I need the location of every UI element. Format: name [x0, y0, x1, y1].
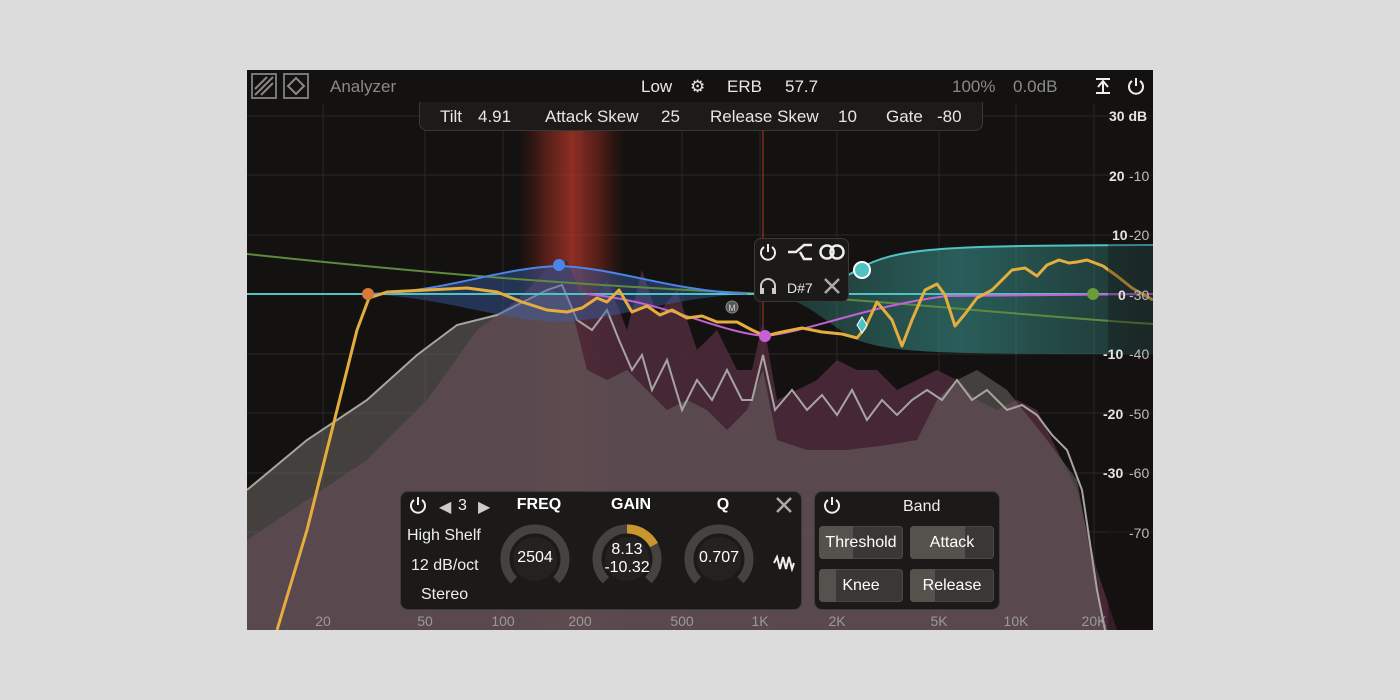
zoom-value[interactable]: 100%	[952, 77, 995, 97]
band-note: D#7	[787, 280, 813, 296]
freq-label-100: 100	[491, 613, 515, 629]
db-right-40: -40	[1129, 346, 1150, 362]
close-panel-icon[interactable]	[775, 496, 793, 519]
gate-value[interactable]: -80	[937, 107, 962, 127]
band-node-green[interactable]	[1087, 288, 1099, 300]
threshold-label: Threshold	[825, 534, 897, 551]
scale-select[interactable]: ERB	[727, 77, 762, 97]
q-label: Q	[716, 496, 730, 513]
release-button[interactable]: Release	[910, 569, 994, 602]
db-label-minus10: -10	[1103, 346, 1124, 362]
band-node-orange[interactable]	[362, 288, 374, 300]
next-band-icon[interactable]: ▶	[478, 497, 490, 517]
band-node-purple[interactable]	[759, 330, 771, 342]
analyzer-label[interactable]: Analyzer	[330, 77, 396, 97]
db-right-70: -70	[1129, 525, 1150, 541]
solo-headphones-icon[interactable]	[759, 277, 777, 300]
q-value: 0.707	[698, 549, 740, 566]
gain-value: 8.13	[611, 541, 643, 558]
top-bar: Analyzer Low ⚙ ERB 57.7 100% 0.0dB	[247, 70, 1153, 104]
db-right-60: -60	[1129, 465, 1150, 481]
slope-select[interactable]: 12 dB/oct	[411, 557, 479, 575]
dynamics-title: Band	[903, 498, 941, 515]
settings-icon[interactable]: ⚙	[690, 77, 705, 97]
dynamics-power-icon[interactable]	[823, 496, 841, 519]
filter-type-select[interactable]: High Shelf	[407, 527, 481, 545]
remove-band-icon[interactable]	[823, 277, 841, 300]
logo-icon	[251, 73, 277, 99]
gain-knob[interactable]: 8.13 -10.32	[591, 523, 663, 595]
db-label-minus30: -30	[1103, 465, 1124, 481]
db-right-50: -50	[1129, 406, 1150, 422]
analyzer-icon[interactable]	[283, 73, 309, 99]
dynamics-params-bar: Tilt 4.91 Attack Skew 25 Release Skew 10…	[419, 102, 983, 131]
eq-plugin-window[interactable]: M Analyzer Low ⚙ ERB 57.7 100% 0.0dB Til…	[247, 70, 1153, 630]
db-label-minus20: -20	[1103, 406, 1124, 422]
db-label-20: 20	[1109, 168, 1125, 184]
filter-shape-icon[interactable]	[787, 243, 813, 266]
collapse-icon[interactable]	[1094, 77, 1112, 100]
output-gain-value[interactable]: 0.0dB	[1013, 77, 1057, 97]
band-node-blue[interactable]	[553, 259, 565, 271]
stereo-link-icon[interactable]	[819, 243, 845, 266]
channel-select[interactable]: Stereo	[421, 586, 468, 604]
gain-label: GAIN	[611, 496, 651, 513]
freq-label-20: 20	[315, 613, 331, 629]
gain-dynamic-value: -10.32	[604, 559, 650, 576]
tilt-value[interactable]: 4.91	[478, 107, 511, 127]
freq-label: FREQ	[516, 496, 562, 513]
resolution-select[interactable]: Low	[641, 77, 672, 97]
freq-label-1k: 1K	[751, 613, 769, 629]
band-enable-icon[interactable]	[409, 496, 427, 519]
attack-skew-label: Attack Skew	[545, 107, 639, 126]
knee-button[interactable]: Knee	[819, 569, 903, 602]
freq-label-500: 500	[670, 613, 694, 629]
attack-label: Attack	[929, 534, 975, 551]
threshold-button[interactable]: Threshold	[819, 526, 903, 559]
freq-knob[interactable]: 2504	[499, 523, 571, 595]
freq-label-5k: 5K	[930, 613, 948, 629]
band-node-teal-selected[interactable]	[853, 261, 871, 279]
freq-value: 2504	[517, 549, 553, 566]
release-label: Release	[922, 577, 982, 594]
knee-label: Knee	[842, 577, 880, 594]
tilt-label: Tilt	[440, 107, 463, 126]
freq-label-200: 200	[568, 613, 592, 629]
release-skew-value[interactable]: 10	[838, 107, 857, 127]
db-label-10: 10	[1112, 227, 1128, 243]
db-label-0: 0	[1118, 287, 1126, 303]
band-number: 3	[458, 497, 467, 514]
freq-label-50: 50	[417, 613, 433, 629]
gate-label: Gate	[886, 107, 923, 126]
band-power-icon[interactable]	[759, 243, 777, 266]
scale-value[interactable]: 57.7	[785, 77, 818, 97]
db-right-10: -10	[1129, 168, 1150, 184]
svg-text:M: M	[728, 303, 736, 313]
power-icon[interactable]	[1127, 77, 1145, 100]
release-skew-label: Release Skew	[710, 107, 819, 126]
freq-label-2k: 2K	[828, 613, 846, 629]
q-knob[interactable]: 0.707	[683, 523, 755, 595]
band-editor-panel: ◀ 3 ▶ High Shelf 12 dB/oct Stereo FREQ 2…	[400, 491, 802, 610]
attack-skew-value[interactable]: 25	[661, 107, 680, 127]
dynamics-panel: Band Threshold Attack Knee Release	[814, 491, 1000, 610]
db-label-30: 30 dB	[1109, 108, 1148, 124]
prev-band-icon[interactable]: ◀	[439, 497, 451, 517]
db-right-30: -30	[1129, 287, 1150, 303]
db-right-20: -20	[1129, 227, 1150, 243]
freq-label-20k: 20K	[1081, 613, 1107, 629]
band-popup: D#7	[754, 238, 849, 302]
attack-button[interactable]: Attack	[910, 526, 994, 559]
dynamic-mode-icon[interactable]	[773, 554, 795, 577]
freq-label-10k: 10K	[1003, 613, 1029, 629]
